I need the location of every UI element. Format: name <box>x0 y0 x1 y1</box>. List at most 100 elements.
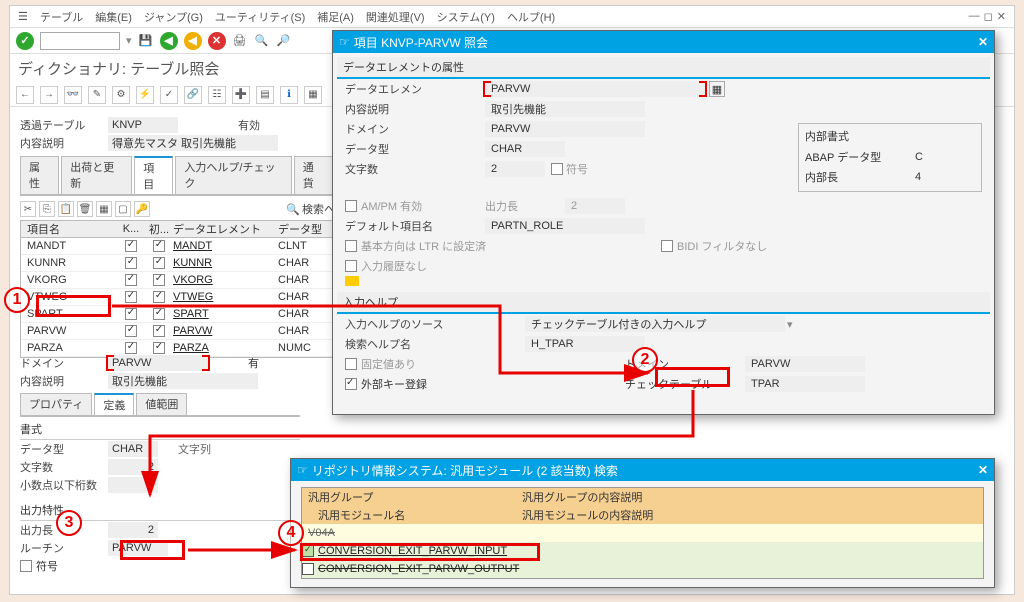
routine-label: ルーチン <box>20 540 108 556</box>
search-icon[interactable]: 🔍 <box>286 203 300 216</box>
key-icon[interactable]: 🔑 <box>134 201 150 217</box>
cut-icon[interactable]: ✂ <box>20 201 36 217</box>
desc-label: 内容説明 <box>20 135 108 151</box>
table-row[interactable]: PARVWPARVWCHAR <box>21 323 334 340</box>
fk-checkbox[interactable] <box>345 378 357 390</box>
len-label: 文字数 <box>20 459 108 475</box>
len-value: 2 <box>108 459 158 475</box>
exit-icon[interactable]: ◀ <box>184 32 202 50</box>
find-icon[interactable]: 🔍 <box>254 33 270 49</box>
section-de-attr: データエレメントの属性 <box>337 57 990 79</box>
tab-props[interactable]: プロパティ <box>20 393 92 415</box>
tab-delivery[interactable]: 出荷と更新 <box>61 156 132 194</box>
hist-checkbox[interactable] <box>345 260 357 272</box>
f4-icon[interactable]: ▦ <box>709 81 725 97</box>
menu-system[interactable]: システム(Y) <box>437 9 495 25</box>
dom-value: PARVW <box>485 121 645 137</box>
tab-currency[interactable]: 通貨 <box>294 156 333 194</box>
module-checkbox[interactable] <box>302 545 314 557</box>
sign-checkbox[interactable] <box>20 560 32 572</box>
domain-state: 有 <box>248 355 259 371</box>
section-inputhelp: 入力ヘルプ <box>337 292 990 314</box>
repo-module-row[interactable]: CONVERSION_EXIT_PARVW_INPUT <box>302 542 983 560</box>
repo-header: 汎用グループ汎用グループの内容説明 <box>302 488 983 506</box>
back-icon[interactable]: ◀ <box>160 32 178 50</box>
format-group: 書式 <box>20 421 300 437</box>
repo-group-row[interactable]: V04A <box>302 524 983 542</box>
print-icon[interactable]: 🖨 <box>232 33 248 49</box>
module-name[interactable]: CONVERSION_EXIT_PARVW_INPUT <box>318 545 507 557</box>
info-icon[interactable]: ℹ <box>280 86 298 104</box>
inputhelp-source[interactable]: チェックテーブル付きの入力ヘルプ <box>525 316 785 332</box>
ok-icon[interactable]: ✓ <box>16 32 34 50</box>
sign-label: 符号 <box>36 558 58 574</box>
table-row[interactable]: VKORGVKORGCHAR <box>21 272 334 289</box>
delete-icon[interactable]: 🗑 <box>77 201 93 217</box>
table-state: 有効 <box>238 117 260 133</box>
table-row[interactable]: VTWEGVTWEGCHAR <box>21 289 334 306</box>
hier-icon[interactable]: ☷ <box>208 86 226 104</box>
tab-def[interactable]: 定義 <box>94 393 134 415</box>
tech-icon[interactable]: ▤ <box>256 86 274 104</box>
dtype-label: データ型 <box>20 441 108 457</box>
fixed-checkbox[interactable] <box>345 358 357 370</box>
outlen-value: 2 <box>108 522 158 538</box>
dom-label: ドメイン <box>345 121 485 137</box>
tab-fields[interactable]: 項目 <box>134 156 173 194</box>
menu-edit[interactable]: 編集(E) <box>95 9 132 25</box>
edit-icon[interactable]: ✎ <box>88 86 106 104</box>
dt-label2: データ型 <box>345 141 485 157</box>
close-icon[interactable]: ✕ <box>997 10 1006 23</box>
activate-icon[interactable]: ⚡ <box>136 86 154 104</box>
save-icon[interactable]: 💾 <box>138 33 154 49</box>
def-value: PARTN_ROLE <box>485 218 645 234</box>
bidi-checkbox[interactable] <box>661 240 673 252</box>
table-row[interactable]: KUNNRKUNNRCHAR <box>21 255 334 272</box>
maximize-icon[interactable]: ◻ <box>984 10 993 23</box>
popup2-close-icon[interactable]: ✕ <box>978 463 988 477</box>
minimize-icon[interactable]: — <box>969 10 980 23</box>
menu-table[interactable]: テーブル <box>40 9 83 25</box>
dt-value2: CHAR <box>485 141 565 157</box>
repo-module-row[interactable]: CONVERSION_EXIT_PARVW_OUTPUT <box>302 560 983 578</box>
module-name[interactable]: CONVERSION_EXIT_PARVW_OUTPUT <box>318 563 519 575</box>
cancel-icon[interactable]: ✕ <box>208 32 226 50</box>
col-dt: データ型 <box>278 221 328 237</box>
fields-grid: 項目名 K... 初... データエレメント データ型 MANDTMANDTCL… <box>20 220 335 358</box>
command-field[interactable] <box>40 32 120 50</box>
where-icon[interactable]: 🔗 <box>184 86 202 104</box>
module-checkbox[interactable] <box>302 563 314 575</box>
tab-attr[interactable]: 属性 <box>20 156 59 194</box>
callout-3: 3 <box>56 510 82 536</box>
desel-icon[interactable]: ▢ <box>115 201 131 217</box>
col-key: K... <box>117 223 145 235</box>
check-icon[interactable]: ✓ <box>160 86 178 104</box>
menu-jump[interactable]: ジャンプ(G) <box>144 9 203 25</box>
findnext-icon[interactable]: 🔎 <box>276 33 292 49</box>
more-icon[interactable]: ▦ <box>304 86 322 104</box>
other-icon[interactable]: ⚙ <box>112 86 130 104</box>
copy-icon[interactable]: ⎘ <box>39 201 55 217</box>
tab-inputhelp[interactable]: 入力ヘルプ/チェック <box>175 156 291 194</box>
nav-fwd-icon[interactable]: → <box>40 86 58 104</box>
append-icon[interactable]: ➕ <box>232 86 250 104</box>
display-icon[interactable]: 👓 <box>64 86 82 104</box>
domain-desc-label: 内容説明 <box>20 373 108 389</box>
menu-extra[interactable]: 補足(A) <box>317 9 354 25</box>
tab-vals[interactable]: 値範囲 <box>136 393 187 415</box>
nav-back-icon[interactable]: ← <box>16 86 34 104</box>
selall-icon[interactable]: ▦ <box>96 201 112 217</box>
table-row[interactable]: MANDTMANDTCLNT <box>21 238 334 255</box>
de-value[interactable]: PARVW <box>485 81 705 97</box>
table-row[interactable]: SPARTSPARTCHAR <box>21 306 334 323</box>
menu-help[interactable]: ヘルプ(H) <box>507 9 555 25</box>
ampm-checkbox[interactable] <box>345 200 357 212</box>
menu-related[interactable]: 関連処理(V) <box>366 9 425 25</box>
ltr-checkbox[interactable] <box>345 240 357 252</box>
sign-checkbox2[interactable] <box>551 163 563 175</box>
table-detail: 透過テーブル KNVP 有効 内容説明 得意先マスタ 取引先機能 属性 出荷と更… <box>20 116 335 358</box>
popup-close-icon[interactable]: ✕ <box>978 35 988 49</box>
paste-icon[interactable]: 📋 <box>58 201 74 217</box>
menu-utility[interactable]: ユーティリティ(S) <box>215 9 305 25</box>
len-value2: 2 <box>485 161 545 177</box>
